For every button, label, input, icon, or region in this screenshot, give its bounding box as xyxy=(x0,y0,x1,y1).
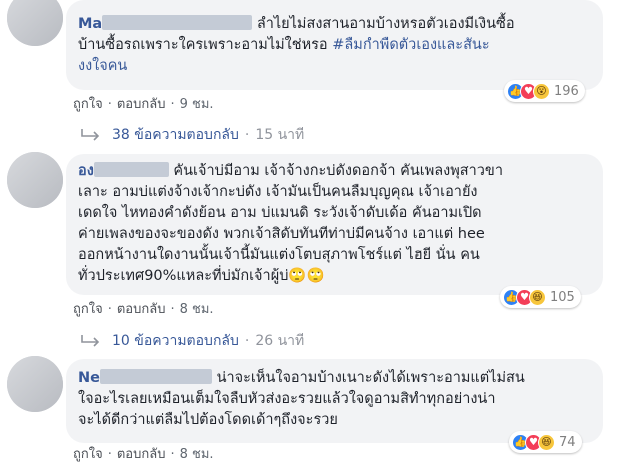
avatar[interactable] xyxy=(7,152,63,208)
comment-actions: ถูกใจ · ตอบกลับ · 9 ชม. xyxy=(73,93,214,114)
comment-text-line: ทั่วประเทศ90%แหละที่บ่มักเจ้าผู้บ่🙄🙄 xyxy=(78,268,325,284)
comment-text-line: ค่ายเพลงของจะของดัง พวกเจ้าสิดับทันทีท่า… xyxy=(78,226,485,242)
comment-text: Ma ลำไยไม่สงสานอามบ้างหรอตัวเองมีเงินซื้… xyxy=(78,14,589,77)
reaction-summary[interactable]: 👍 ♥ 😮 196 xyxy=(504,80,585,102)
reaction-count: 196 xyxy=(554,83,579,99)
view-replies-link[interactable]: 10 ข้อความตอบกลับ · 26 นาที xyxy=(80,330,304,352)
comment-actions: ถูกใจ · ตอบกลับ · 8 ชม. xyxy=(73,443,214,464)
view-replies-link[interactable]: 38 ข้อความตอบกลับ · 15 นาที xyxy=(80,124,304,146)
reply-button[interactable]: ตอบกลับ xyxy=(117,93,166,114)
comment-text-line: เดดใจ ไหทองคำดังย้อน อาม บ่แมนดิ ระวังเจ… xyxy=(78,205,482,221)
reply-button[interactable]: ตอบกลับ xyxy=(117,443,166,464)
comment-text-line: เลาะ อามบ่แต่งจ้างเจ้ากะบ่ดัง เจ้ามันเป็… xyxy=(78,184,478,200)
reply-button[interactable]: ตอบกลับ xyxy=(117,298,166,319)
comment-timestamp[interactable]: 9 ชม. xyxy=(180,93,214,114)
reaction-summary[interactable]: 👍 ♥ 😆 74 xyxy=(509,431,582,453)
comment-text: Ne น่าจะเห็นใจอามบ้างเนาะดังได้เพราะอามแ… xyxy=(78,368,589,431)
comment-actions: ถูกใจ · ตอบกลับ · 8 ชม. xyxy=(73,298,214,319)
comment-text-line: บ้านซื้อรถเพราะใครเพราะอามไม่ใช่หรอ xyxy=(78,37,333,53)
comment-author[interactable]: Ne xyxy=(78,370,100,386)
comment-text-line: น่าจะเห็นใจอามบ้างเนาะดังได้เพราะอามแต่ไ… xyxy=(216,370,525,386)
reaction-count: 74 xyxy=(559,434,576,450)
reaction-count: 105 xyxy=(550,289,575,305)
comment-text-line: ลำไยไม่สงสานอามบ้างหรอตัวเองมีเงินซื้อ xyxy=(256,16,515,32)
like-button[interactable]: ถูกใจ xyxy=(73,443,103,464)
replies-timestamp: 15 นาที xyxy=(255,127,305,143)
comment-bubble: Ma ลำไยไม่สงสานอามบ้างหรอตัวเองมีเงินซื้… xyxy=(66,0,603,90)
comment-text-line: ใจอะไรเลยเหมือนเต็มใจลืบหัวส่งอะรวยแล้วใ… xyxy=(78,391,496,407)
redacted-name-blur xyxy=(99,369,212,384)
dot-separator: · xyxy=(244,333,250,349)
comment-timestamp[interactable]: 8 ชม. xyxy=(180,443,214,464)
replies-count-label[interactable]: 38 ข้อความตอบกลับ xyxy=(112,124,239,146)
reply-arrow-icon xyxy=(81,335,100,347)
hashtag-link[interactable]: #ลืมกำพืดตัวเองและสันะ xyxy=(332,37,489,53)
separator-dot: · xyxy=(170,302,175,317)
comment-text-line: ออกหน้างานใดงานนั้นเจ้านี้มันแต่งโตบสุภา… xyxy=(78,247,480,263)
comment-text: อง คันเจ้าบ่มีอาม เจ้าจ้างกะบ่ดังดอกจ้า … xyxy=(78,161,589,287)
haha-icon: 😆 xyxy=(538,433,555,451)
replies-count-label[interactable]: 10 ข้อความตอบกลับ xyxy=(112,330,239,352)
separator-dot: · xyxy=(107,447,112,462)
comment-bubble: อง คันเจ้าบ่มีอาม เจ้าจ้างกะบ่ดังดอกจ้า … xyxy=(66,154,603,295)
avatar[interactable] xyxy=(7,356,63,412)
dot-separator: · xyxy=(244,127,250,143)
separator-dot: · xyxy=(170,97,175,112)
separator-dot: · xyxy=(170,447,175,462)
hashtag-link[interactable]: งงใจคน xyxy=(78,58,127,74)
reply-arrow-icon xyxy=(81,129,100,141)
separator-dot: · xyxy=(107,302,112,317)
comment-text-line: จะได้ดีกว่าแต่ลืมไปต้องโดดเด้าๆถึงจะรวย xyxy=(78,412,338,428)
avatar[interactable] xyxy=(7,0,63,46)
comment-timestamp[interactable]: 8 ชม. xyxy=(180,298,214,319)
reaction-summary[interactable]: 👍 ♥ 😆 105 xyxy=(500,286,581,308)
haha-icon: 😆 xyxy=(529,288,546,306)
comment-author[interactable]: อง xyxy=(78,163,94,179)
comment-author[interactable]: Ma xyxy=(78,16,102,32)
like-button[interactable]: ถูกใจ xyxy=(73,93,103,114)
like-button[interactable]: ถูกใจ xyxy=(73,298,103,319)
comment-text-line: คันเจ้าบ่มีอาม เจ้าจ้างกะบ่ดังดอกจ้า คัน… xyxy=(173,163,503,179)
replies-timestamp: 26 นาที xyxy=(255,333,305,349)
redacted-name-blur xyxy=(102,15,253,30)
redacted-name-blur xyxy=(93,162,169,177)
separator-dot: · xyxy=(107,97,112,112)
wow-icon: 😮 xyxy=(533,82,550,100)
